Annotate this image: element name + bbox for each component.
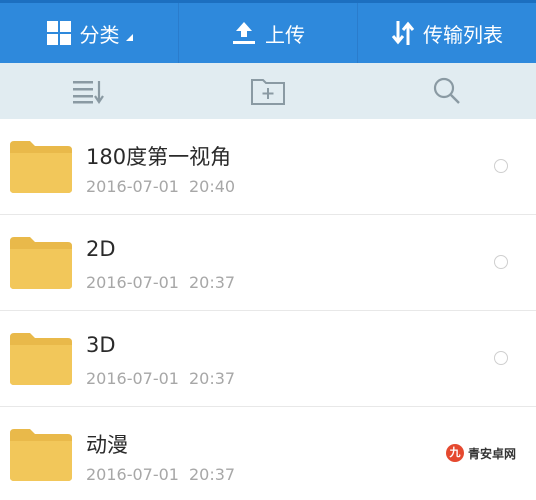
file-name: 动漫 — [86, 433, 128, 457]
upload-icon — [233, 22, 255, 44]
dropdown-caret-icon — [125, 33, 133, 41]
folder-icon — [10, 429, 72, 481]
tab-category[interactable]: 分类 — [0, 3, 178, 63]
folder-icon — [10, 237, 72, 289]
file-meta: 2016-07-01 20:37 — [86, 369, 235, 388]
watermark-text: 青安卓网 — [468, 446, 517, 461]
watermark-logo: 九 青安卓网 — [432, 428, 536, 478]
file-date: 2016-07-01 — [86, 369, 179, 388]
file-time: 20:37 — [188, 273, 236, 292]
folder-icon — [10, 141, 72, 193]
sort-button[interactable] — [0, 63, 179, 119]
app-screen: 分类 上传 传输列表 180度第一视角 2016-07-01 20:40 2D … — [0, 0, 536, 500]
file-date: 2016-07-01 — [86, 273, 179, 292]
select-radio[interactable] — [494, 351, 508, 365]
sort-list-icon — [73, 81, 105, 104]
file-meta: 2016-07-01 20:37 — [86, 465, 235, 484]
list-item[interactable]: 3D 2016-07-01 20:37 — [0, 311, 536, 407]
tab-upload-label: 上传 — [265, 22, 305, 47]
grid-icon — [46, 21, 71, 45]
file-date: 2016-07-01 — [86, 177, 179, 196]
search-button[interactable] — [357, 63, 536, 119]
search-icon — [433, 77, 460, 104]
select-radio[interactable] — [494, 159, 508, 173]
file-meta: 2016-07-01 20:37 — [86, 273, 235, 292]
file-toolbar — [0, 63, 536, 119]
file-meta: 2016-07-01 20:40 — [86, 177, 235, 196]
tab-category-label: 分类 — [79, 22, 120, 47]
file-time: 20:37 — [188, 465, 236, 484]
watermark-mark: 九 — [446, 444, 464, 462]
top-tab-bar: 分类 上传 传输列表 — [0, 0, 536, 63]
list-item[interactable]: 180度第一视角 2016-07-01 20:40 — [0, 119, 536, 215]
list-item[interactable]: 2D 2016-07-01 20:37 — [0, 215, 536, 311]
file-date: 2016-07-01 — [86, 465, 179, 484]
new-folder-icon — [251, 79, 285, 105]
file-name: 2D — [86, 237, 116, 261]
tab-transfer-list[interactable]: 传输列表 — [358, 3, 536, 63]
tab-upload[interactable]: 上传 — [178, 3, 358, 63]
folder-icon — [10, 333, 72, 385]
new-folder-button[interactable] — [179, 63, 358, 119]
file-name: 3D — [86, 333, 116, 357]
file-time: 20:40 — [188, 177, 236, 196]
select-radio[interactable] — [494, 255, 508, 269]
transfer-icon — [391, 21, 415, 45]
file-time: 20:37 — [188, 369, 236, 388]
file-name: 180度第一视角 — [86, 145, 232, 169]
tab-transfer-label: 传输列表 — [423, 22, 503, 47]
